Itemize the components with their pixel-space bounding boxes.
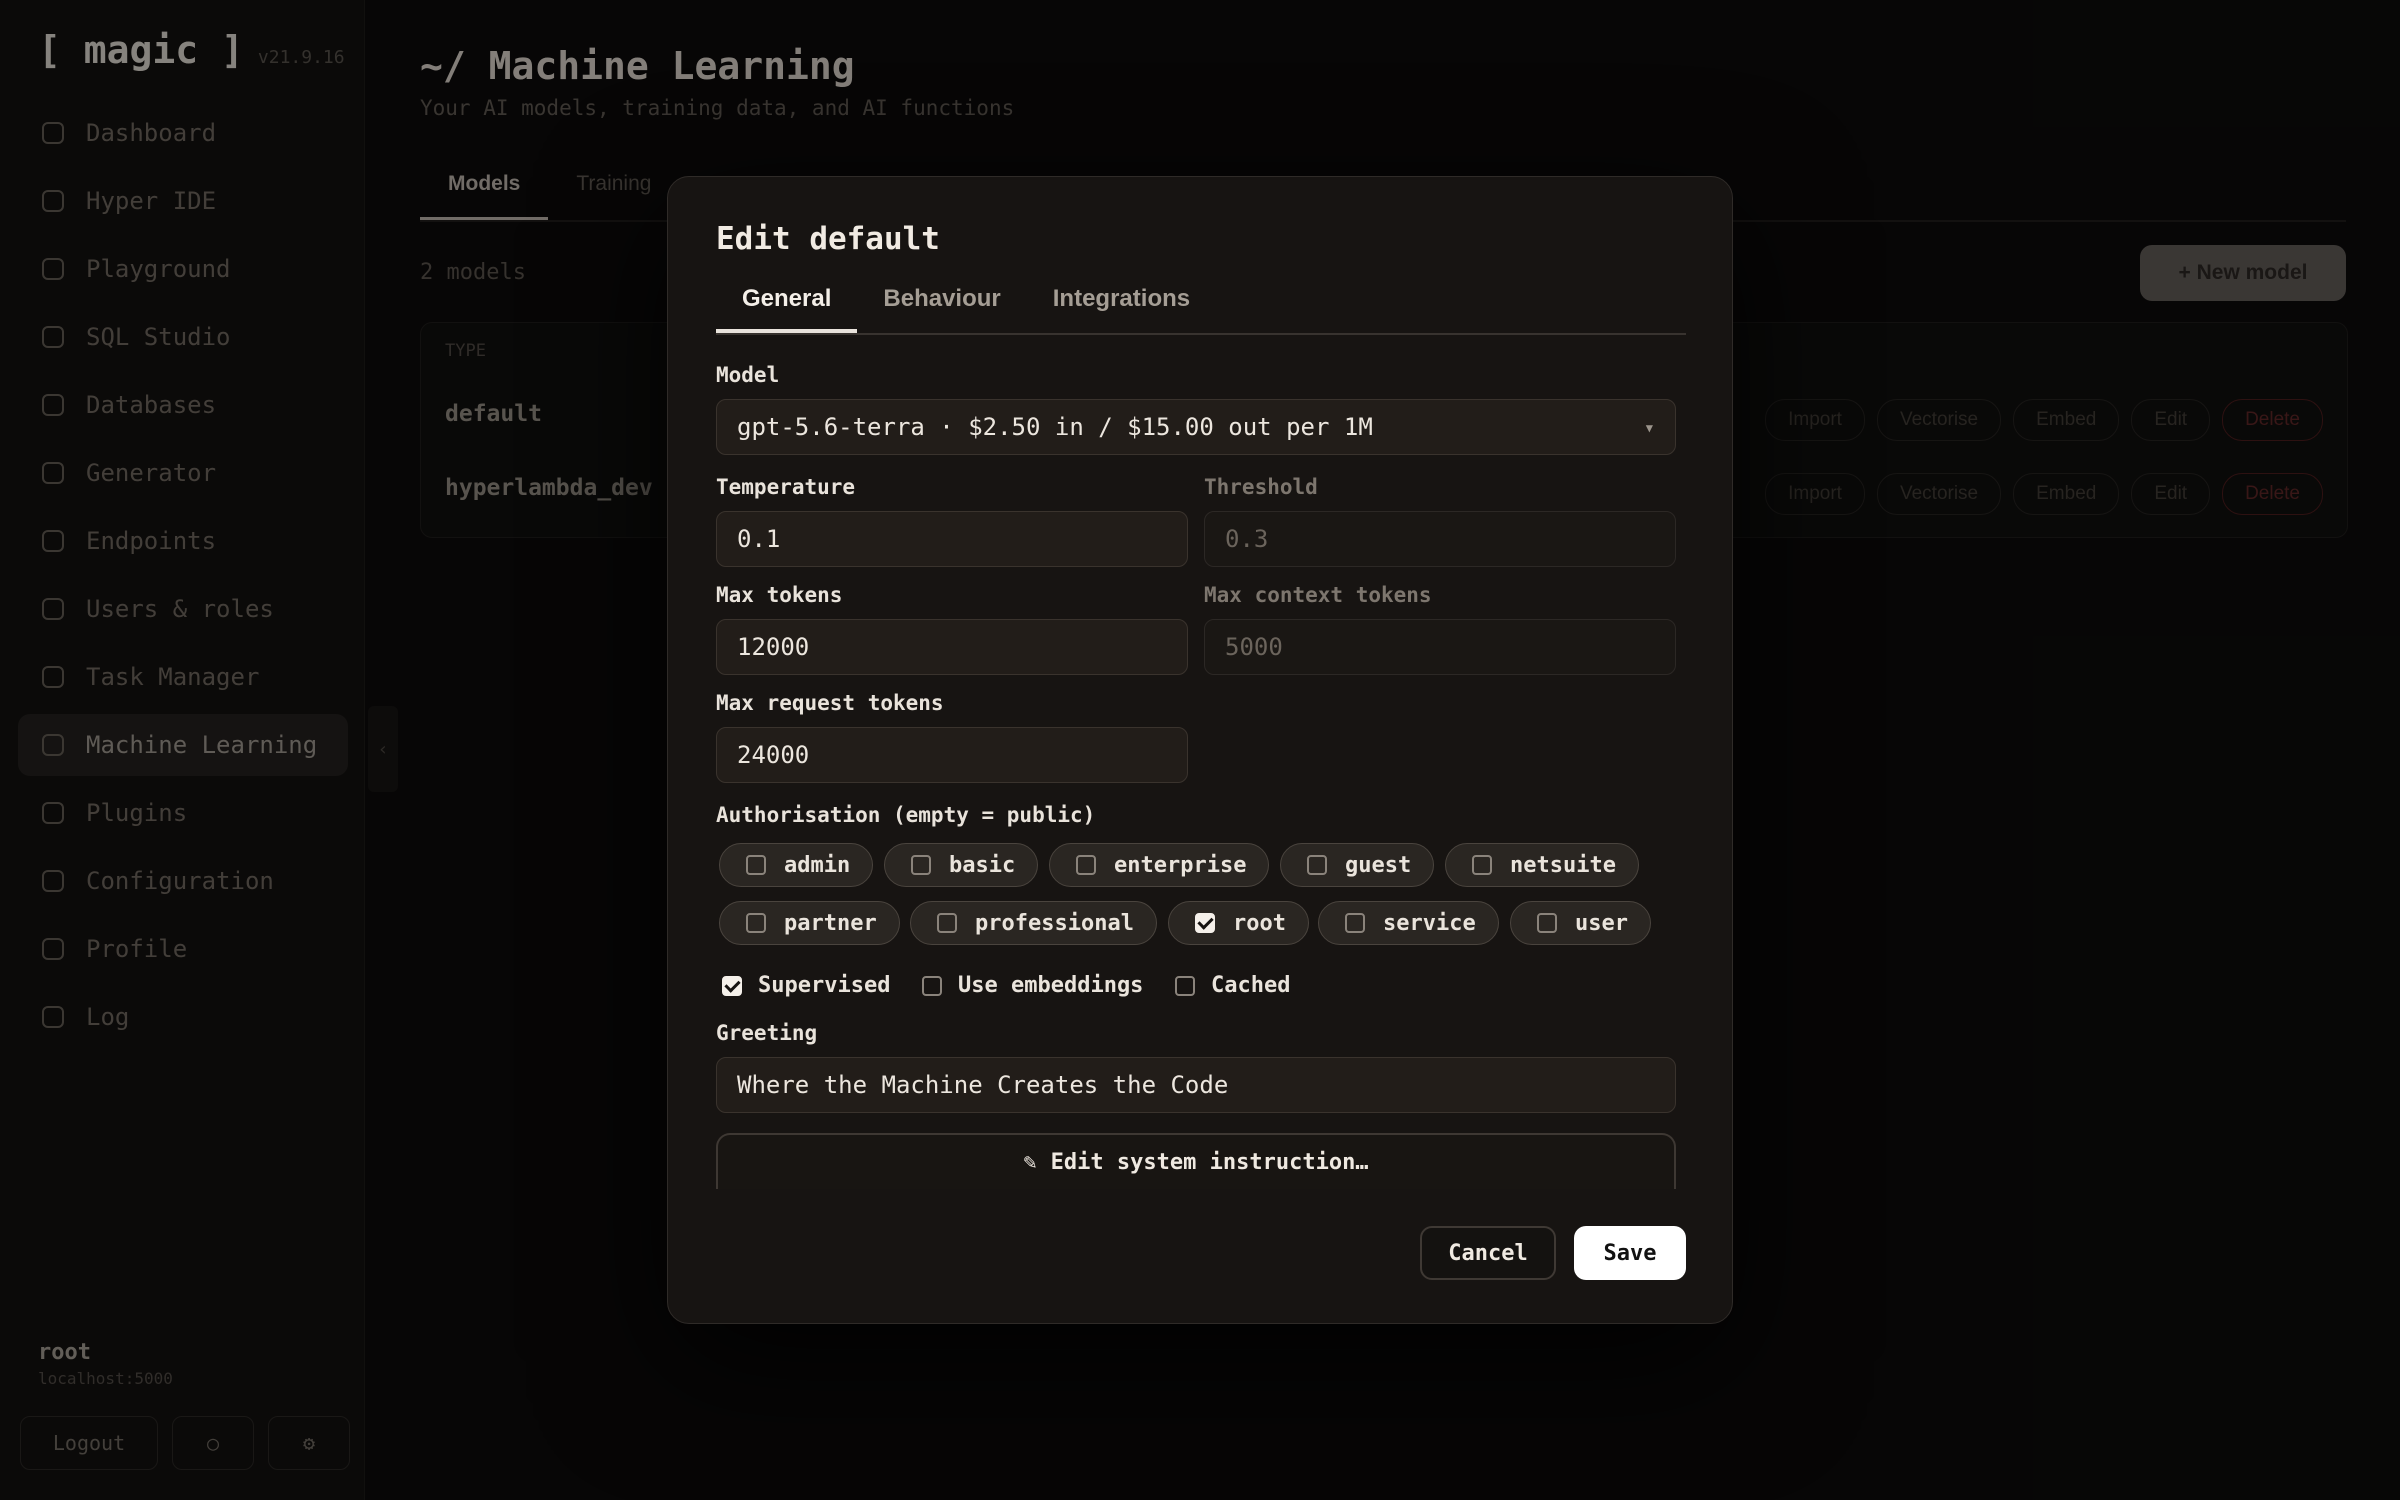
tab-general[interactable]: General (716, 273, 858, 333)
checkbox (1345, 913, 1365, 933)
role-chip-user[interactable]: user (1510, 901, 1651, 945)
model-select-value: gpt-5.6-terra · $2.50 in / $15.00 out pe… (737, 413, 1373, 441)
checkbox (922, 975, 942, 996)
checkbox (746, 855, 766, 875)
role-label: service (1383, 910, 1476, 936)
max-tokens-label: Max tokens (716, 583, 843, 607)
save-button[interactable]: Save (1574, 1226, 1686, 1280)
max-tokens-input[interactable]: 12000 (716, 619, 1188, 675)
flag-label: Use embeddings (958, 973, 1144, 998)
role-chip-service[interactable]: service (1318, 901, 1499, 945)
checkbox (746, 913, 766, 933)
cancel-button[interactable]: Cancel (1420, 1226, 1556, 1280)
role-chip-admin[interactable]: admin (719, 843, 874, 887)
role-chip-basic[interactable]: basic (884, 843, 1039, 887)
supervised-checkbox[interactable]: Supervised (722, 973, 890, 998)
role-label: basic (949, 852, 1016, 878)
role-chip-enterprise[interactable]: enterprise (1049, 843, 1270, 887)
pencil-icon: ✎ (1023, 1149, 1037, 1175)
checkbox (1076, 855, 1096, 875)
tab-behaviour[interactable]: Behaviour (857, 273, 1026, 333)
role-chip-root[interactable]: root (1168, 901, 1309, 945)
checkbox (1537, 913, 1557, 933)
role-label: admin (784, 852, 851, 878)
dialog-title: Edit default (716, 221, 940, 257)
dialog-tabs: General Behaviour Integrations (716, 273, 1686, 335)
checkbox (937, 913, 957, 933)
flag-label: Cached (1211, 973, 1291, 998)
greeting-label: Greeting (716, 1021, 818, 1045)
chevron-down-icon: ▼ (1645, 421, 1653, 435)
role-label: professional (975, 910, 1134, 936)
role-label: user (1575, 910, 1628, 936)
checkbox (1175, 975, 1195, 996)
model-select[interactable]: gpt-5.6-terra · $2.50 in / $15.00 out pe… (716, 399, 1676, 455)
max-request-tokens-input[interactable]: 24000 (716, 727, 1188, 783)
checkbox-checked (1195, 913, 1215, 933)
checkbox (1472, 855, 1492, 875)
edit-model-dialog: Edit default General Behaviour Integrati… (667, 176, 1733, 1324)
threshold-label: Threshold (1204, 475, 1318, 499)
temperature-label: Temperature (716, 475, 856, 499)
role-chip-guest[interactable]: guest (1280, 843, 1435, 887)
threshold-input[interactable]: 0.3 (1204, 511, 1676, 567)
checkbox (911, 855, 931, 875)
role-label: root (1233, 910, 1286, 936)
authorisation-label: Authorisation (empty = public) (716, 803, 1096, 827)
role-chip-partner[interactable]: partner (719, 901, 900, 945)
role-label: netsuite (1510, 852, 1616, 878)
role-chip-netsuite[interactable]: netsuite (1445, 843, 1639, 887)
role-label: partner (784, 910, 877, 936)
role-chip-professional[interactable]: professional (910, 901, 1157, 945)
use-embeddings-checkbox[interactable]: Use embeddings (922, 973, 1143, 998)
flag-label: Supervised (758, 973, 891, 998)
role-label: guest (1345, 852, 1412, 878)
max-context-tokens-label: Max context tokens (1204, 583, 1432, 607)
checkbox-checked (722, 975, 742, 996)
model-label: Model (716, 363, 780, 387)
tab-integrations[interactable]: Integrations (1027, 273, 1216, 333)
button-label: Edit system instruction… (1050, 1149, 1369, 1175)
greeting-input[interactable]: Where the Machine Creates the Code (716, 1057, 1676, 1113)
role-label: enterprise (1114, 852, 1247, 878)
checkbox (1307, 855, 1327, 875)
max-context-tokens-input[interactable]: 5000 (1204, 619, 1676, 675)
cached-checkbox[interactable]: Cached (1175, 973, 1290, 998)
max-request-tokens-label: Max request tokens (716, 691, 944, 715)
temperature-input[interactable]: 0.1 (716, 511, 1188, 567)
edit-system-instruction-button[interactable]: ✎ Edit system instruction… (716, 1133, 1676, 1189)
